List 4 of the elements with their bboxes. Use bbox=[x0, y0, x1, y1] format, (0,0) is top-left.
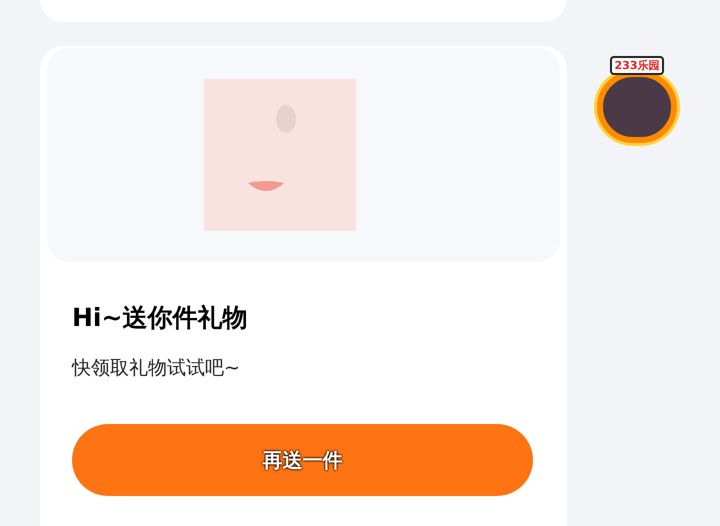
card-title: Hi~送你件礼物 bbox=[72, 302, 248, 334]
badge-label: 233乐园 bbox=[610, 56, 664, 75]
card-subtitle: 快领取礼物试试吧~ bbox=[72, 356, 241, 381]
send-again-button[interactable]: 再送一件 bbox=[72, 424, 533, 496]
